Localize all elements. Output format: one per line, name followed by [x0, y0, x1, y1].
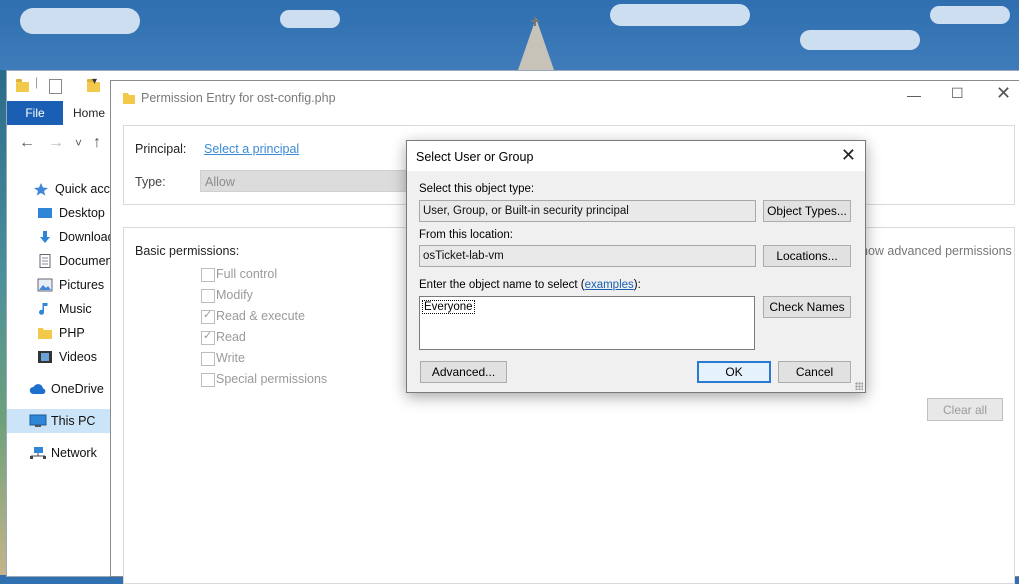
cloud-icon — [29, 382, 46, 396]
window-title: Permission Entry for ost-config.php — [141, 91, 336, 105]
star-icon — [33, 182, 49, 196]
type-select[interactable]: Allow — [200, 170, 410, 192]
customize-quick-access-icon[interactable]: ▾ — [92, 76, 97, 87]
basic-permissions-label: Basic permissions: — [135, 244, 240, 258]
select-principal-link[interactable]: Select a principal — [204, 142, 299, 156]
tree-item-label: Downloads — [59, 230, 111, 244]
ok-button[interactable]: OK — [697, 361, 771, 383]
forward-arrow-icon[interactable]: → — [48, 134, 64, 152]
up-arrow-icon[interactable]: ↑ — [93, 134, 101, 152]
network-icon — [29, 446, 46, 460]
pictures-icon — [37, 278, 53, 292]
tree-item-quick-access[interactable]: Quick access — [7, 177, 111, 201]
principal-label: Principal: — [135, 142, 187, 156]
modify-checkbox[interactable] — [201, 289, 215, 303]
tree-item-label: Quick access — [55, 182, 111, 196]
object-types-button[interactable]: Object Types... — [763, 200, 851, 222]
dialog-title: Select User or Group — [416, 150, 534, 164]
resize-grip-icon[interactable] — [855, 382, 863, 390]
permission-label: Full control — [216, 267, 278, 281]
computer-icon — [29, 414, 47, 428]
cancel-button[interactable]: Cancel — [778, 361, 851, 383]
close-icon[interactable]: ✕ — [996, 83, 1011, 104]
tree-item-videos[interactable]: Videos — [7, 345, 111, 369]
folder-icon[interactable] — [16, 79, 29, 92]
tree-item-onedrive[interactable]: OneDrive — [7, 377, 111, 401]
clear-all-button[interactable]: Clear all — [927, 398, 1003, 421]
close-icon[interactable]: ✕ — [841, 145, 856, 166]
recent-locations-icon[interactable]: ˅ — [75, 136, 82, 150]
tree-item-php[interactable]: PHP — [7, 321, 111, 345]
select-user-or-group-dialog: Select User or Group ✕ Select this objec… — [406, 140, 866, 393]
tree-item-label: OneDrive — [51, 382, 104, 396]
ribbon-tabs: File Home — [7, 101, 117, 125]
maximize-icon[interactable]: ☐ — [951, 85, 964, 102]
download-icon — [37, 230, 53, 244]
tree-item-music[interactable]: Music — [7, 297, 111, 321]
check-names-button[interactable]: Check Names — [763, 296, 851, 318]
videos-icon — [37, 350, 53, 364]
minimize-icon[interactable]: — — [907, 87, 921, 103]
permission-label: Read & execute — [216, 309, 305, 323]
special-permissions-checkbox[interactable] — [201, 373, 215, 387]
desktop-icon — [37, 206, 53, 220]
tree-item-downloads[interactable]: Downloads — [7, 225, 111, 249]
properties-icon[interactable] — [49, 79, 62, 94]
tree-item-documents[interactable]: Documents — [7, 249, 111, 273]
object-name-text: Everyone — [422, 300, 475, 314]
enter-object-name-label-suffix: ): — [633, 279, 641, 291]
read-execute-checkbox[interactable] — [201, 308, 215, 324]
tree-item-label: Music — [59, 302, 92, 316]
object-name-input[interactable]: Everyone — [419, 296, 755, 350]
tree-item-network[interactable]: Network — [7, 441, 111, 465]
write-checkbox[interactable] — [201, 352, 215, 366]
tree-item-label: PHP — [59, 326, 85, 340]
full-control-checkbox[interactable] — [201, 268, 215, 282]
church-steeple — [518, 18, 554, 70]
quick-access-toolbar: | ▾ — [7, 71, 117, 101]
read-checkbox[interactable] — [201, 329, 215, 345]
locations-button[interactable]: Locations... — [763, 245, 851, 267]
type-label: Type: — [135, 175, 166, 189]
permission-label: Modify — [216, 288, 253, 302]
dialog-titlebar: Select User or Group ✕ — [407, 141, 865, 171]
tree-item-pictures[interactable]: Pictures — [7, 273, 111, 297]
file-tab[interactable]: File — [7, 101, 63, 125]
tree-item-this-pc[interactable]: This PC — [7, 409, 111, 433]
back-arrow-icon[interactable]: ← — [19, 134, 35, 152]
tree-item-label: This PC — [51, 414, 96, 428]
location-field: osTicket-lab-vm — [419, 245, 756, 267]
object-type-label: Select this object type: — [419, 183, 535, 195]
folder-icon — [122, 91, 136, 108]
tree-item-label: Videos — [59, 350, 97, 364]
advanced-button[interactable]: Advanced... — [420, 361, 507, 383]
tree-item-desktop[interactable]: Desktop — [7, 201, 111, 225]
permission-label: Special permissions — [216, 372, 328, 386]
examples-link[interactable]: examples — [585, 279, 634, 291]
tree-item-label: Network — [51, 446, 97, 460]
permission-label: Write — [216, 351, 245, 365]
object-type-field: User, Group, or Built-in security princi… — [419, 200, 756, 222]
tree-item-label: Documents — [59, 254, 111, 268]
tree-item-label: Desktop — [59, 206, 105, 220]
enter-object-name-label-text: Enter the object name to select ( — [419, 279, 585, 291]
navigation-bar: ← → ˅ ↑ — [7, 125, 117, 161]
document-icon — [37, 254, 53, 268]
permission-label: Read — [216, 330, 246, 344]
music-icon — [37, 302, 53, 316]
folder-icon — [37, 326, 53, 340]
home-tab[interactable]: Home — [73, 106, 105, 120]
tree-item-label: Pictures — [59, 278, 105, 292]
enter-object-name-label: Enter the object name to select (example… — [419, 279, 641, 291]
location-label: From this location: — [419, 229, 513, 241]
show-advanced-permissions-link[interactable]: how advanced permissions — [861, 244, 1012, 258]
